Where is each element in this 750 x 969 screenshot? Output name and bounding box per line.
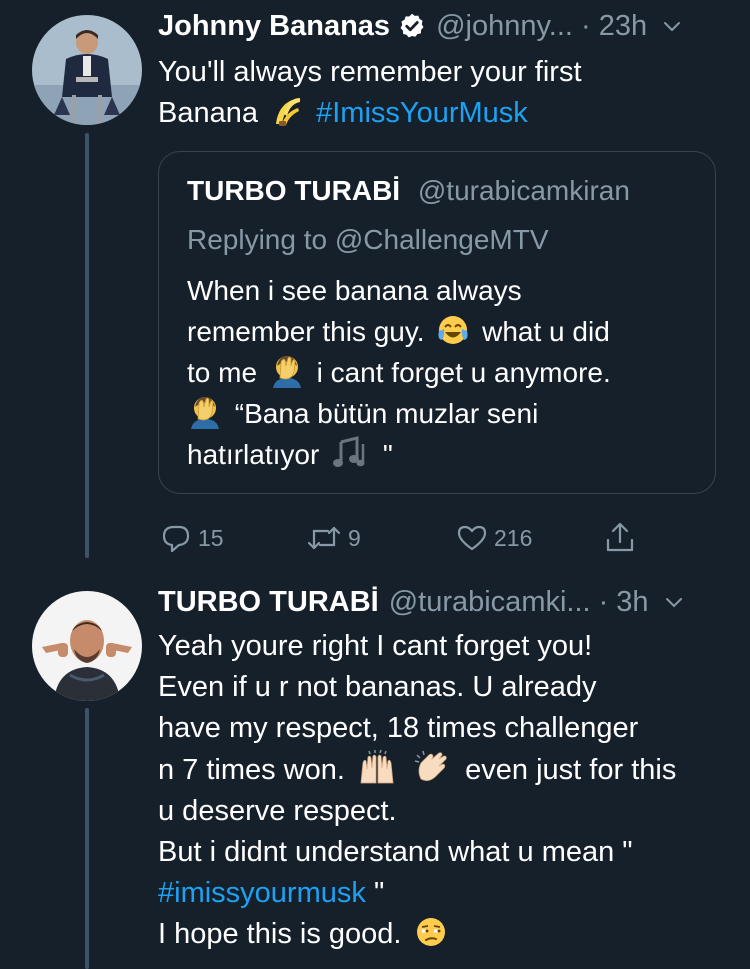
like-button[interactable]: 216 bbox=[456, 522, 532, 554]
quoted-text-segment: “Bana bütün muzlar seni bbox=[234, 398, 539, 429]
tweet-text-segment: Banana bbox=[158, 97, 258, 129]
reply-count: 15 bbox=[198, 524, 224, 551]
thread-line-top bbox=[85, 133, 89, 558]
like-count: 216 bbox=[494, 524, 533, 551]
tweet-text-line: n 7 times won. even just for this bbox=[158, 749, 738, 791]
tweet-text-segment: even just for this bbox=[465, 754, 677, 786]
quoted-tweet-card[interactable]: TURBO TURABİ @turabicamkiran Replying to… bbox=[158, 151, 716, 494]
tweet-text-line: You'll always remember your first bbox=[158, 56, 582, 88]
quoted-text-segment: i cant forget u anymore. bbox=[316, 357, 611, 388]
quoted-text-segment: to me bbox=[187, 357, 258, 388]
quoted-text-segment: what u did bbox=[482, 316, 610, 347]
chevron-down-icon[interactable] bbox=[661, 15, 683, 37]
raised-hands-emoji bbox=[357, 749, 397, 785]
quoted-text-segment: hatırlatıyor bbox=[187, 439, 320, 470]
quoted-text-line: to me i cant forget u anymore. bbox=[187, 352, 707, 393]
unamused-face-emoji bbox=[414, 915, 448, 949]
tweet-timestamp[interactable]: · 3h bbox=[599, 585, 649, 619]
clapping-hands-emoji bbox=[413, 749, 453, 785]
author-name[interactable]: TURBO TURABİ bbox=[158, 585, 379, 619]
quoted-tweet-header: TURBO TURABİ @turabicamkiran bbox=[187, 174, 630, 208]
retweet-count: 9 bbox=[348, 524, 361, 551]
replying-to-prefix: Replying to bbox=[187, 224, 328, 255]
avatar[interactable] bbox=[32, 591, 142, 701]
tweet-text-line: u deserve respect. bbox=[158, 795, 397, 827]
tweet-body: Yeah youre right I cant forget you! Even… bbox=[158, 626, 738, 955]
tweet-text-line: Banana #ImissYourMusk bbox=[158, 93, 718, 134]
author-handle[interactable]: @johnny... bbox=[436, 9, 573, 43]
tweet-text-line: Yeah youre right I cant forget you! bbox=[158, 630, 593, 662]
heart-icon bbox=[456, 522, 488, 554]
tweet-header: Johnny Bananas @johnny... · 23h bbox=[158, 9, 683, 43]
share-icon bbox=[604, 520, 636, 554]
banana-emoji bbox=[270, 94, 304, 128]
tweet-text-line: #imissyourmusk " bbox=[158, 873, 738, 914]
quoted-tweet-body: When i see banana always remember this g… bbox=[187, 270, 707, 475]
quoted-text-line: remember this guy. what u did bbox=[187, 311, 707, 352]
author-name[interactable]: Johnny Bananas bbox=[158, 9, 390, 43]
reply-icon bbox=[160, 522, 192, 554]
tweet-timestamp[interactable]: · 23h bbox=[581, 9, 647, 43]
tweet-text-segment: I hope this is good. bbox=[158, 918, 402, 950]
retweet-button[interactable]: 9 bbox=[306, 522, 361, 554]
tears-of-joy-emoji bbox=[436, 313, 470, 347]
retweet-icon bbox=[306, 522, 342, 554]
thread-line-bottom bbox=[85, 708, 89, 969]
quoted-text-segment: remember this guy. bbox=[187, 316, 425, 347]
musical-notes-emoji bbox=[331, 436, 371, 470]
author-handle[interactable]: @turabicamki... bbox=[389, 585, 591, 619]
reply-button[interactable]: 15 bbox=[160, 522, 224, 554]
quoted-author-handle: @turabicamkiran bbox=[417, 175, 630, 206]
hashtag-link[interactable]: #ImissYourMusk bbox=[316, 97, 528, 129]
tweet-text-line: But i didnt understand what u mean " bbox=[158, 836, 633, 868]
tweet-header: TURBO TURABİ @turabicamki... · 3h bbox=[158, 585, 685, 619]
tweet-actions: 15 9 216 bbox=[158, 518, 658, 562]
hashtag-link[interactable]: #imissyourmusk bbox=[158, 877, 366, 909]
tweet-text-line: have my respect, 18 times challenger bbox=[158, 712, 639, 744]
replying-to-label: Replying to @ChallengeMTV bbox=[187, 223, 549, 257]
tweet-text-segment: n 7 times won. bbox=[158, 754, 345, 786]
quoted-author-name: TURBO TURABİ bbox=[187, 175, 401, 206]
avatar[interactable] bbox=[32, 15, 142, 125]
quoted-text-line: “Bana bütün muzlar seni bbox=[187, 393, 707, 434]
verified-badge-icon bbox=[398, 12, 426, 40]
facepalm-emoji bbox=[269, 352, 305, 388]
chevron-down-icon[interactable] bbox=[663, 591, 685, 613]
tweet-text-line: I hope this is good. bbox=[158, 914, 738, 955]
facepalm-emoji bbox=[187, 393, 223, 429]
tweet-text-line: Even if u r not bananas. U already bbox=[158, 671, 597, 703]
quoted-text-line: When i see banana always bbox=[187, 275, 522, 306]
tweet-text-segment: " bbox=[373, 877, 385, 909]
replying-to-target: @ChallengeMTV bbox=[334, 224, 549, 255]
tweet-body: You'll always remember your first Banana… bbox=[158, 52, 718, 134]
quoted-text-line: hatırlatıyor " bbox=[187, 434, 707, 475]
share-button[interactable] bbox=[604, 520, 636, 554]
quoted-text-segment: " bbox=[382, 439, 393, 470]
